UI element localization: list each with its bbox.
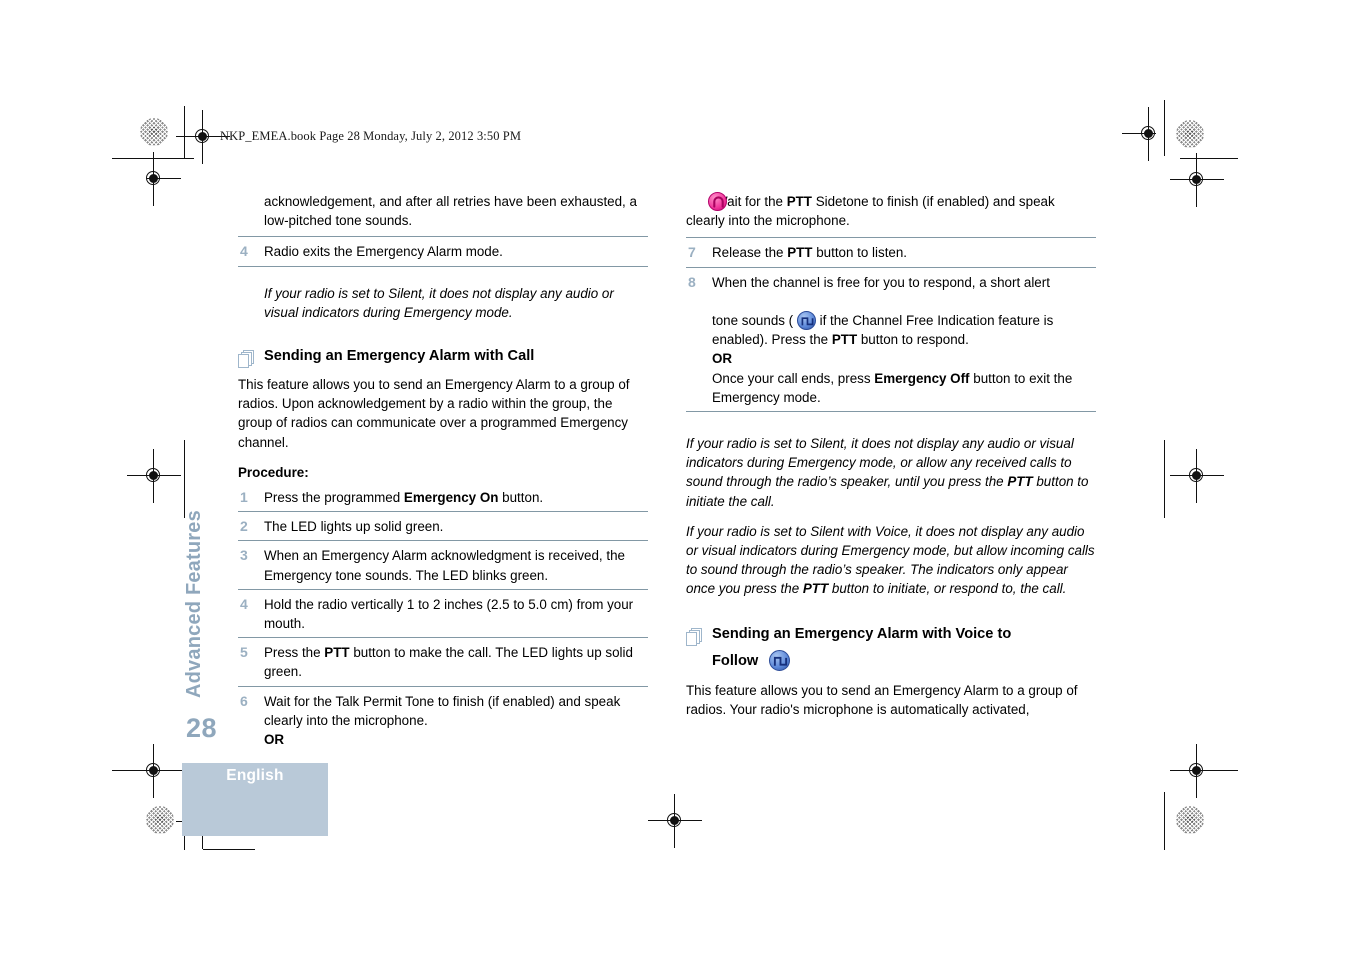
registration-mark-left-upper [141,152,181,206]
registration-mark-right-upper [1122,107,1162,161]
step-text: Release the PTT button to listen. [712,245,908,261]
registration-dot-bottom-right [1176,806,1204,834]
trim-line-top-right-horizontal [1180,158,1238,160]
step-item: 4 Hold the radio vertically 1 to 2 inche… [238,595,648,639]
section-heading-line2: Follow [712,652,759,669]
step-text: Hold the radio vertically 1 to 2 inches … [264,596,634,632]
step-item: 4 Radio exits the Emergency Alarm mode. [238,242,648,267]
registration-mark-top-left-slug [176,110,230,164]
step-text: Radio exits the Emergency Alarm mode. [264,244,503,260]
step-number: 8 [688,273,696,290]
file-slug-line: NKP_EMEA.book Page 28 Monday, July 2, 20… [220,129,522,143]
rule-above-step7 [686,237,1096,239]
rule-above-step4 [238,236,648,238]
step-item: 6 Wait for the Talk Permit Tone to finis… [238,692,648,754]
step-number: 6 [240,692,248,709]
trim-line-bottom-right-horizontal [1180,770,1238,772]
step-text: The LED lights up solid green. [264,519,444,535]
chapter-title-vertical: Advanced Features [183,510,205,698]
section-intro-paragraph: This feature allows you to send an Emerg… [686,682,1078,717]
step-text: Wait for the Talk Permit Tone to finish … [264,693,621,748]
channel-free-indication-blue-icon [769,649,791,671]
step-number: 1 [240,489,248,506]
step-number: 4 [240,595,248,612]
stacked-pages-icon [238,347,255,372]
trim-line-bottom-right-vertical [1164,792,1166,850]
step-number: 4 [240,243,248,260]
step8-line2-pre: tone sounds ( [712,313,797,329]
step-text: Press the PTT button to make the call. T… [264,645,633,680]
note-silent-with-voice: If your radio is set to Silent with Voic… [686,523,1095,597]
page-number: 28 [186,713,218,743]
procedure-label: Procedure: [238,464,309,480]
step-text: Press the programmed Emergency On button… [264,490,544,506]
continued-paragraph: acknowledgement, and after all retries h… [264,194,637,229]
stacked-pages-icon [686,624,703,651]
step8-line3-pre: enabled). Press the [712,332,832,348]
trim-line-bottom-left-foot [203,849,255,851]
section-intro-paragraph: This feature allows you to send an Emerg… [238,377,630,450]
language-tab: English [182,763,328,836]
registration-mark-bottom-center [648,794,702,848]
step-item: 8 When the channel is free for you to re… [686,273,1096,413]
step-number: 2 [240,518,248,535]
step-text: Wait for the PTT Sidetone to finish (if … [686,192,1055,229]
document-page: NKP_EMEA.book Page 28 Monday, July 2, 20… [0,0,1350,954]
trim-line-top-left-vertical [184,106,186,158]
step8-line4-pre: Once your call ends, press [712,370,875,386]
sidetone-icon-wrapper [686,192,727,211]
step-item: 3 When an Emergency Alarm acknowledgment… [238,546,648,590]
registration-dot-top-right [1176,120,1204,148]
section-heading-emergency-alarm-voice-to-follow: Sending an Emergency Alarm with Voice to… [686,621,1096,675]
channel-free-indication-blue-icon [796,311,816,331]
section-heading-label: Sending an Emergency Alarm with Call [264,348,535,365]
step-item: 7 Release the PTT button to listen. [686,243,1096,268]
section-heading-emergency-alarm-with-call: Sending an Emergency Alarm with Call [238,344,648,369]
registration-dot-bottom-left [146,806,174,834]
trim-line-right-middle-vertical [1164,440,1166,518]
trim-line-left-horizontal [112,158,194,160]
section-heading-line1: Sending an Emergency Alarm with Voice to [712,625,1012,642]
step8-line2-post: if the Channel Free Indication feature i… [815,313,1054,329]
step-item-sidetone: Wait for the PTT Sidetone to finish (if … [686,192,1096,232]
registration-mark-left-middle [127,449,181,503]
language-tab-label: English [226,767,284,784]
left-column: acknowledgement, and after all retries h… [238,192,648,758]
or-label: OR [264,732,285,748]
step-text: When an Emergency Alarm acknowledgment i… [264,548,625,583]
step-item: 2 The LED lights up solid green. [238,517,648,542]
note-silent: If your radio is set to Silent, it does … [686,436,1089,509]
registration-mark-top-right-inner [1170,153,1224,207]
procedure-steps-left: 1 Press the programmed Emergency On butt… [238,488,648,753]
ptt-sidetone-pink-icon [708,192,727,211]
step-item: 1 Press the programmed Emergency On butt… [238,488,648,513]
registration-mark-right-middle [1170,449,1224,503]
trim-line-top-right-vertical [1164,100,1166,156]
step-number: 7 [688,244,696,261]
step-text: When the channel is free for you to resp… [712,274,1073,405]
right-column: Wait for the PTT Sidetone to finish (if … [686,192,1096,719]
step-item: 5 Press the PTT button to make the call.… [238,643,648,687]
or-label: OR [712,351,733,367]
step-number: 5 [240,644,248,661]
step8-line1: When the channel is free for you to resp… [712,274,1050,290]
note-silent: If your radio is set to Silent, it does … [264,285,614,320]
registration-dot-top-left [140,118,168,146]
step-number: 3 [240,547,248,564]
step8-line3-post: button to respond. [857,332,969,348]
